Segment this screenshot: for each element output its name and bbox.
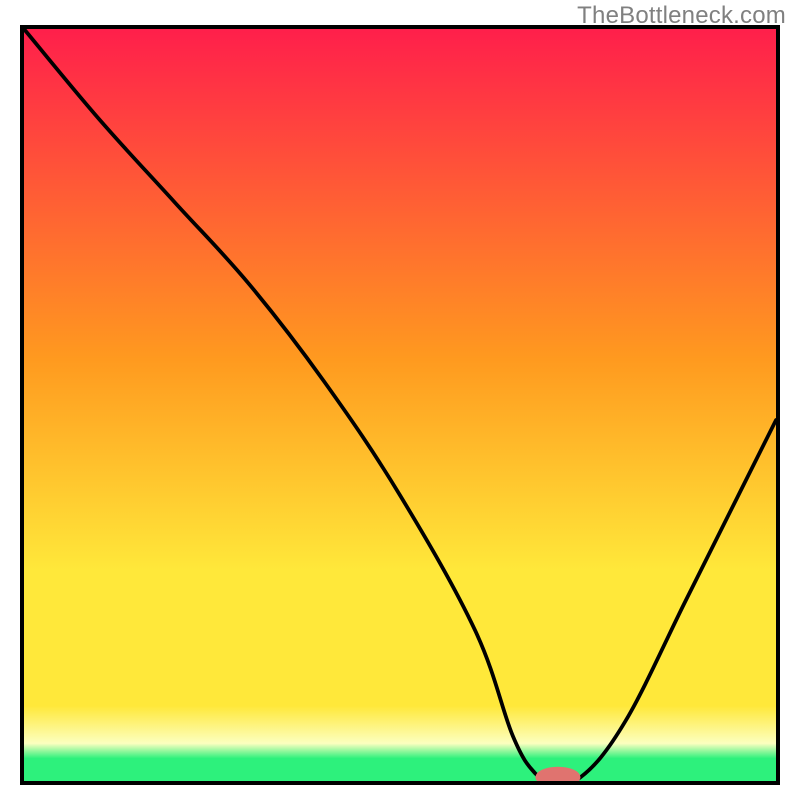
chart-root: TheBottleneck.com (0, 0, 800, 800)
marker-layer (24, 29, 776, 781)
watermark-text: TheBottleneck.com (577, 2, 786, 30)
plot-frame (20, 25, 780, 785)
operating-point-marker (535, 767, 580, 781)
